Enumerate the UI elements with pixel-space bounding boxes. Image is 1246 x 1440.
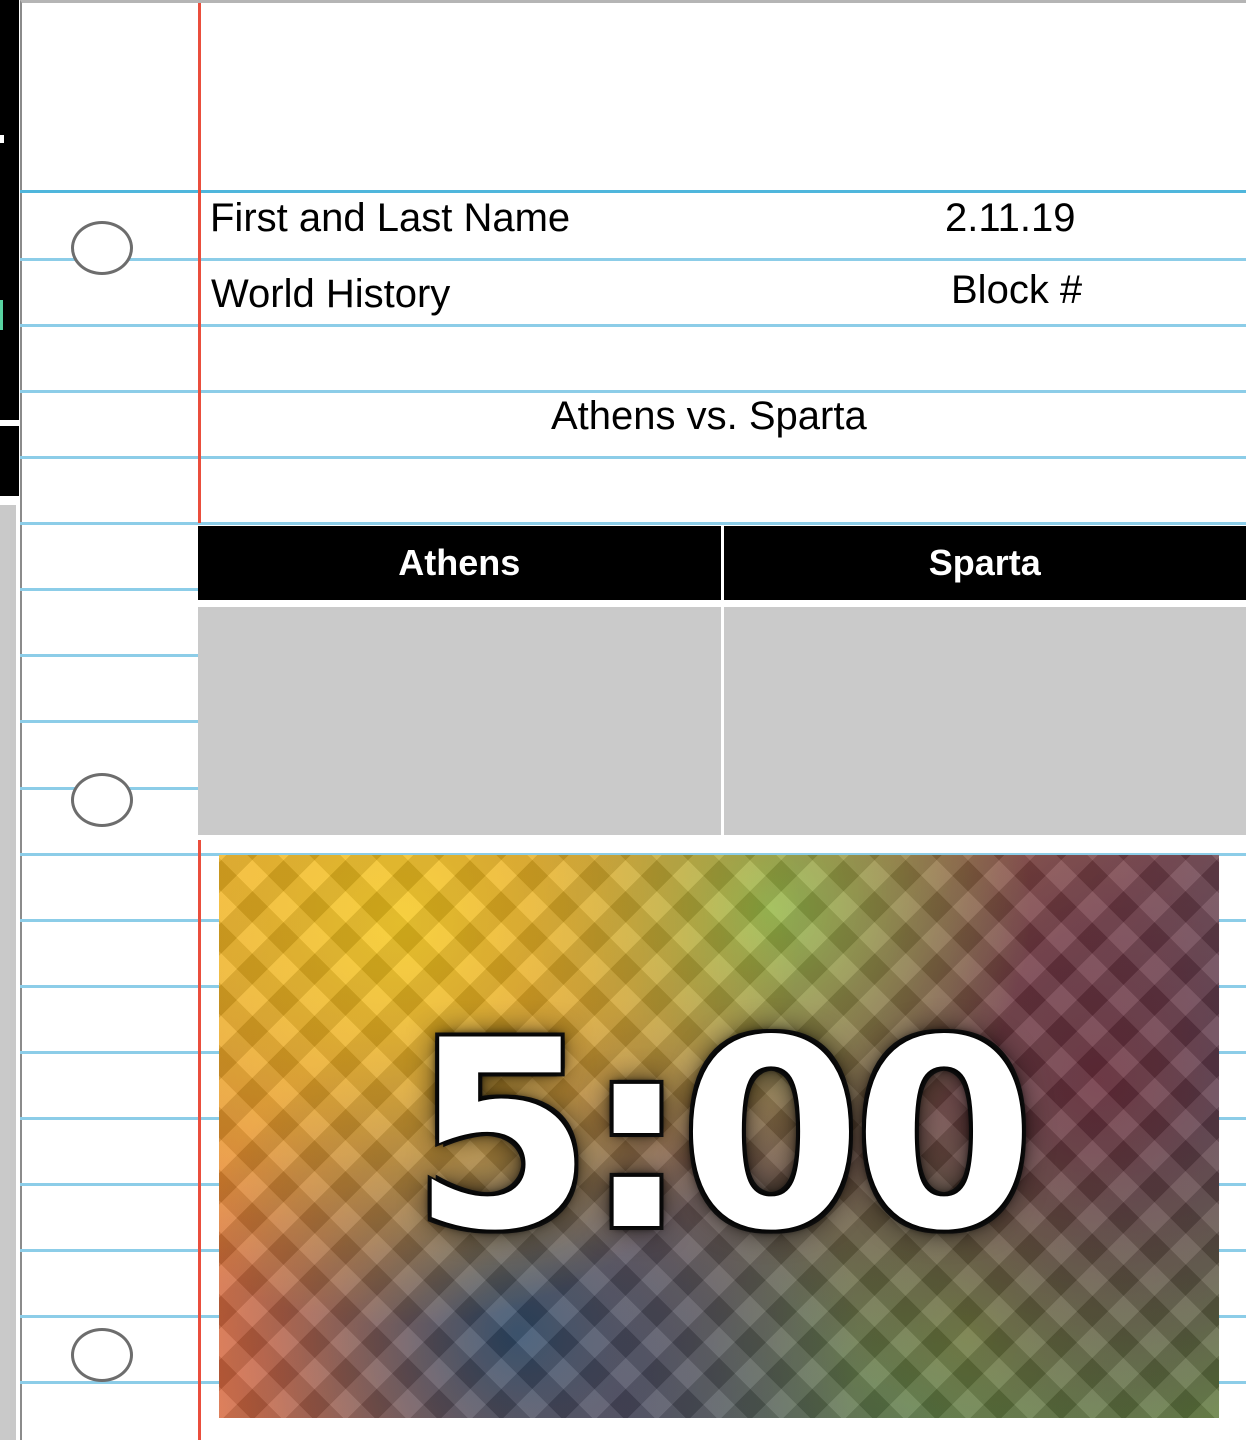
- student-name-label: First and Last Name: [210, 196, 571, 240]
- left-strip-accent: [0, 300, 3, 330]
- left-strip-mark: [0, 135, 4, 143]
- page-title: Athens vs. Sparta: [551, 394, 867, 438]
- red-margin-line: [198, 840, 201, 1440]
- ruled-line: [20, 324, 1246, 327]
- ruled-line: [20, 456, 1246, 459]
- binder-hole-icon: [71, 773, 133, 827]
- left-strip-dark-panel-2: [0, 426, 19, 496]
- timer-display: 5:00: [411, 985, 1035, 1288]
- column-header-sparta: Sparta: [720, 526, 1246, 600]
- comparison-table-header: Athens Sparta: [198, 526, 1246, 600]
- comparison-table-body: [198, 607, 1246, 835]
- left-window-edge: [0, 0, 20, 1440]
- block-label: Block #: [951, 268, 1083, 312]
- ruled-line: [20, 258, 1246, 261]
- red-margin-line: [198, 3, 201, 523]
- date-label: 2.11.19: [945, 196, 1076, 240]
- countdown-timer-image: 5:00: [219, 855, 1219, 1418]
- ruled-line: [20, 390, 1246, 393]
- left-strip-dark-panel: [0, 0, 19, 420]
- column-header-athens: Athens: [398, 542, 521, 583]
- ruled-line: [20, 522, 1246, 525]
- ruled-line: [20, 190, 1246, 193]
- left-strip-gray-panel: [0, 505, 16, 1440]
- binder-hole-icon: [71, 221, 133, 275]
- subject-label: World History: [211, 272, 451, 316]
- table-cell-sparta[interactable]: [720, 607, 1246, 835]
- table-cell-athens[interactable]: [198, 607, 721, 835]
- binder-hole-icon: [71, 1328, 133, 1382]
